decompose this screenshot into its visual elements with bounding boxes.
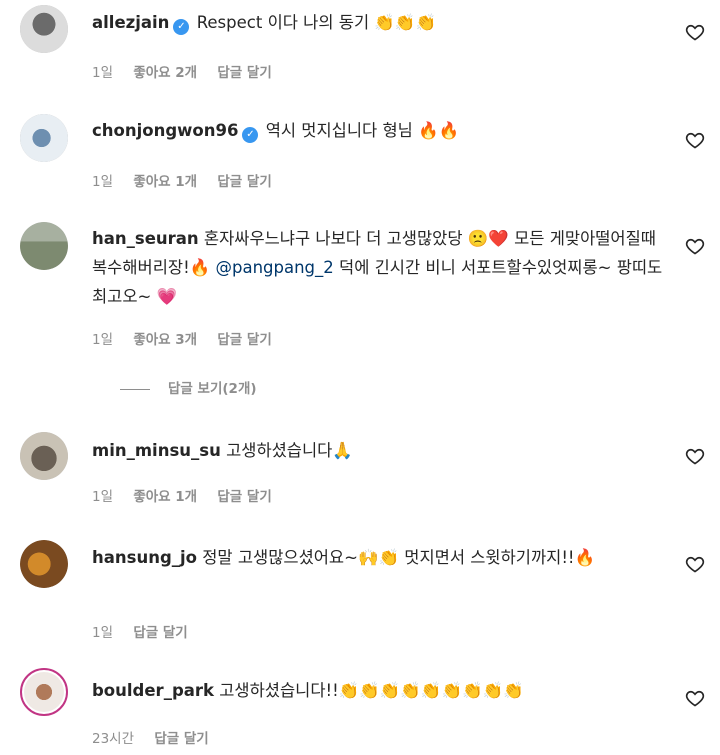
- comment-meta: 23시간 답글 달기: [92, 727, 225, 747]
- comment-body: han_seuran 혼자싸우느냐구 나보다 더 고생많았당 🙁❤️ 모든 게맞…: [92, 224, 672, 311]
- comment-meta: 1일 좋아요 3개 답글 달기: [92, 328, 288, 348]
- comment-text: 고생하셨습니다🙏: [226, 441, 353, 460]
- comment-meta: 1일 좋아요 1개 답글 달기: [92, 170, 288, 190]
- comment-username[interactable]: allezjain: [92, 13, 169, 32]
- comment-body: min_minsu_su 고생하셨습니다🙏: [92, 436, 672, 465]
- avatar[interactable]: [20, 114, 68, 162]
- comment-time[interactable]: 23시간: [92, 731, 134, 747]
- comment-meta: 1일 좋아요 2개 답글 달기: [92, 61, 288, 81]
- comment-username[interactable]: boulder_park: [92, 681, 214, 700]
- comment-username[interactable]: chonjongwon96: [92, 121, 238, 140]
- reply-button[interactable]: 답글 달기: [133, 625, 187, 641]
- likes-count[interactable]: 좋아요 1개: [133, 489, 197, 505]
- comment-time[interactable]: 1일: [92, 332, 113, 348]
- heart-icon[interactable]: [685, 688, 705, 708]
- comment-text: Respect 이다 나의 동기 👏👏👏: [196, 13, 437, 32]
- comment-time[interactable]: 1일: [92, 174, 113, 190]
- comment-meta: 1일 답글 달기: [92, 621, 204, 641]
- comment-body: chonjongwon96 ✓ 역시 멋지십니다 형님 🔥🔥: [92, 116, 672, 145]
- reply-button[interactable]: 답글 달기: [217, 65, 271, 81]
- comment-body: hansung_jo 정말 고생많으셨어요~🙌👏 멋지면서 스윗하기까지!!🔥: [92, 543, 672, 572]
- comment-meta: 1일 좋아요 1개 답글 달기: [92, 485, 288, 505]
- likes-count[interactable]: 좋아요 2개: [133, 65, 197, 81]
- avatar[interactable]: [20, 668, 68, 716]
- heart-icon[interactable]: [685, 22, 705, 42]
- comment-time[interactable]: 1일: [92, 625, 113, 641]
- mention-link[interactable]: @pangpang_2: [215, 258, 333, 277]
- reply-button[interactable]: 답글 달기: [154, 731, 208, 747]
- heart-icon[interactable]: [685, 236, 705, 256]
- comment-text: 정말 고생많으셨어요~🙌👏 멋지면서 스윗하기까지!!🔥: [202, 548, 596, 567]
- reply-button[interactable]: 답글 달기: [217, 174, 271, 190]
- avatar[interactable]: [20, 540, 68, 588]
- comment-body: boulder_park 고생하셨습니다!!👏👏👏👏👏👏👏👏👏: [92, 676, 672, 705]
- comment-text: 고생하셨습니다!!👏👏👏👏👏👏👏👏👏: [219, 681, 524, 700]
- view-replies-label: 답글 보기(2개): [168, 381, 257, 397]
- comment-time[interactable]: 1일: [92, 65, 113, 81]
- replies-divider: [120, 388, 150, 390]
- comment-text: 역시 멋지십니다 형님 🔥🔥: [265, 121, 460, 140]
- reply-button[interactable]: 답글 달기: [217, 489, 271, 505]
- reply-button[interactable]: 답글 달기: [217, 332, 271, 348]
- avatar[interactable]: [20, 222, 68, 270]
- comment-username[interactable]: min_minsu_su: [92, 441, 221, 460]
- comment-body: allezjain ✓ Respect 이다 나의 동기 👏👏👏: [92, 8, 672, 37]
- likes-count[interactable]: 좋아요 3개: [133, 332, 197, 348]
- comment-username[interactable]: hansung_jo: [92, 548, 197, 567]
- view-replies-button[interactable]: 답글 보기(2개): [120, 377, 257, 397]
- heart-icon[interactable]: [685, 446, 705, 466]
- verified-badge-icon: ✓: [173, 19, 190, 35]
- verified-badge-icon: ✓: [242, 127, 259, 143]
- heart-icon[interactable]: [685, 554, 705, 574]
- heart-icon[interactable]: [685, 130, 705, 150]
- comment-username[interactable]: han_seuran: [92, 229, 199, 248]
- comment-time[interactable]: 1일: [92, 489, 113, 505]
- likes-count[interactable]: 좋아요 1개: [133, 174, 197, 190]
- avatar[interactable]: [20, 5, 68, 53]
- avatar[interactable]: [20, 432, 68, 480]
